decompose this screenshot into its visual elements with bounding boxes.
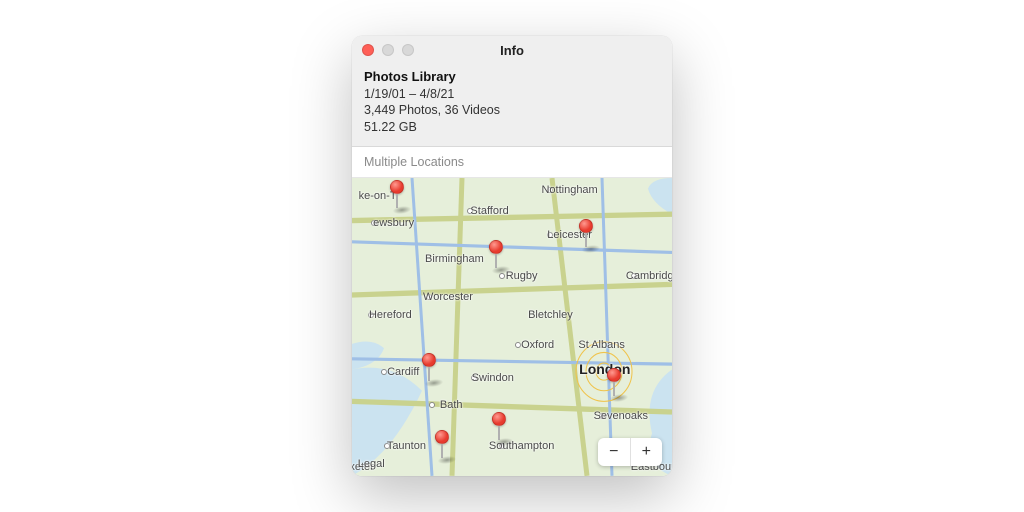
pin-shadow-icon [579, 245, 602, 253]
zoom-out-button[interactable]: − [598, 438, 631, 466]
zoom-control: − + [598, 438, 662, 466]
traffic-lights [352, 44, 414, 56]
zoom-in-button[interactable]: + [631, 438, 663, 466]
city-label: ewsbury [373, 217, 414, 229]
city-label: Hereford [369, 309, 412, 321]
pin-head-icon [492, 412, 506, 426]
map-pin[interactable] [492, 412, 506, 440]
city-label: St Albans [578, 339, 624, 351]
map-pin[interactable] [579, 219, 593, 247]
city-label: Birmingham [425, 253, 484, 265]
pin-head-icon [422, 353, 436, 367]
city-dot-icon [499, 273, 505, 279]
date-range: 1/19/01 – 4/8/21 [364, 86, 660, 103]
map-pin[interactable] [390, 180, 404, 208]
city-label: Taunton [387, 440, 426, 452]
map-pin[interactable] [607, 368, 621, 396]
city-label: Legal [358, 458, 385, 470]
pin-head-icon [579, 219, 593, 233]
map-pin[interactable] [422, 353, 436, 381]
media-counts: 3,449 Photos, 36 Videos [364, 102, 660, 119]
city-label: Bletchley [528, 309, 573, 321]
titlebar[interactable]: Info [352, 36, 672, 64]
close-icon[interactable] [362, 44, 374, 56]
city-label: Oxford [521, 339, 554, 351]
city-label: Bath [440, 399, 463, 411]
pin-head-icon [390, 180, 404, 194]
pin-head-icon [435, 430, 449, 444]
library-summary: Photos Library 1/19/01 – 4/8/21 3,449 Ph… [352, 64, 672, 147]
city-label: Cardiff [387, 366, 419, 378]
city-label: Rugby [506, 270, 538, 282]
city-label: Worcester [423, 291, 473, 303]
library-title: Photos Library [364, 68, 660, 86]
minimize-icon[interactable] [382, 44, 394, 56]
map-pin[interactable] [435, 430, 449, 458]
zoom-icon[interactable] [402, 44, 414, 56]
city-label: Nottingham [541, 184, 597, 196]
location-header: Multiple Locations [352, 147, 672, 178]
library-size: 51.22 GB [364, 119, 660, 136]
city-label: Stafford [470, 205, 508, 217]
city-label: London [579, 361, 630, 377]
map-view[interactable]: Nottinghamke-on-TStaffordewsburyLeiceste… [352, 178, 672, 476]
pin-head-icon [489, 240, 503, 254]
city-label: Swindon [472, 372, 514, 384]
city-dot-icon [429, 402, 435, 408]
city-label: Cambridge [626, 270, 672, 282]
map-pin[interactable] [489, 240, 503, 268]
info-window: Info Photos Library 1/19/01 – 4/8/21 3,4… [352, 36, 672, 476]
city-label: Sevenoaks [594, 410, 648, 422]
pin-head-icon [607, 368, 621, 382]
